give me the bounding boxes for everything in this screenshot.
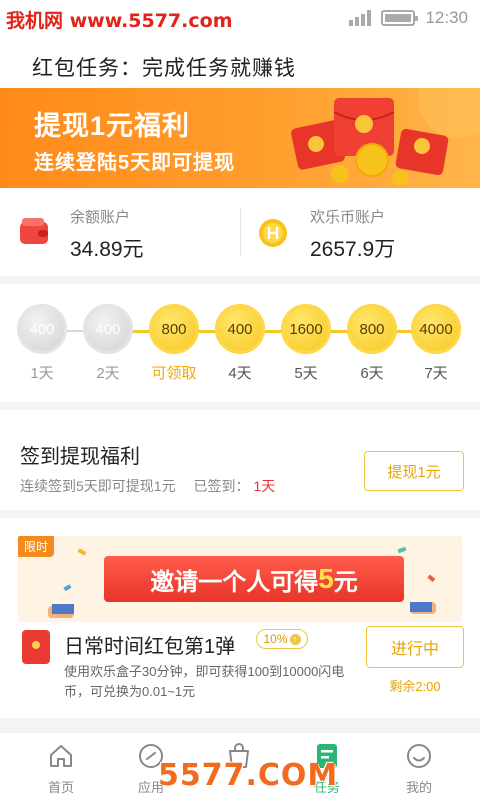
checkin-card-title: 签到提现福利 — [20, 446, 140, 468]
remaining-time: 剩余2:00 — [389, 679, 441, 694]
coin-value: 2657.9万 — [310, 238, 396, 261]
checkin-day-5: 1600 5天 — [276, 304, 336, 383]
balance-label: 余额账户 — [70, 209, 131, 226]
banner-subline: 连续登陆5天即可提现 — [34, 152, 236, 174]
task-desc: 使用欢乐盒子30分钟，即可获得100到10000闪电币，可兑换为0.01~1元 — [64, 664, 345, 699]
invite-unit: 元 — [333, 568, 358, 596]
checkin-day-4: 400 4天 — [210, 304, 270, 383]
tab-home[interactable]: 首页 — [26, 741, 96, 796]
invite-text: 邀请一个人可得 — [150, 568, 319, 596]
invite-amount: 5 — [318, 563, 334, 594]
accounts-panel: 余额账户 34.89元 欢乐币账户 2657.9万 — [0, 188, 480, 276]
day-label: 2天 — [96, 365, 120, 382]
checkin-day-1: 400 1天 — [12, 304, 72, 383]
checkin-day-7: 4000 7天 — [406, 304, 466, 383]
checkin-rule: 连续签到5天即可提现1元 — [20, 478, 176, 494]
day-label: 可领取 — [151, 365, 197, 382]
checkin-progress: 400 1天 400 2天 800 可领取 400 4天 1600 5天 800… — [0, 284, 480, 402]
balance-account[interactable]: 余额账户 34.89元 — [70, 206, 144, 263]
day-coin: 400 — [215, 304, 265, 354]
banner-headline: 提现1元福利 — [34, 111, 191, 141]
status-bar: 我机网 www.5577.com 12:30 — [0, 0, 480, 36]
day-label: 5天 — [294, 365, 318, 382]
in-progress-button[interactable]: 进行中 — [366, 626, 464, 668]
checkin-card-desc: 连续签到5天即可提现1元 已签到： 1天 — [20, 476, 275, 496]
withdraw-button[interactable]: 提现1元 — [364, 451, 464, 491]
badge-value: 10% — [263, 632, 288, 646]
day-label: 6天 — [360, 365, 384, 382]
tab-label: 我的 — [405, 780, 432, 795]
signal-icon — [349, 10, 372, 26]
battery-icon — [381, 10, 419, 26]
profile-icon — [384, 741, 454, 771]
withdraw-promo-banner[interactable]: 提现1元福利 连续登陆5天即可提现 — [0, 88, 480, 188]
tab-profile[interactable]: 我的 — [384, 741, 454, 796]
checkin-day-3-claimable[interactable]: 800 可领取 — [144, 304, 204, 383]
task-section: 限时 邀请一个人可得 5 元 日常时间红包第1弹 10% ↑ 使用欢乐盒子30分钟，… — [0, 518, 480, 718]
coin-account[interactable]: 欢乐币账户 2657.9万 — [310, 206, 395, 263]
site-watermark-bottom: 5577.COM — [158, 758, 339, 793]
day-coin: 4000 — [411, 304, 461, 354]
site-watermark: 我机网 www.5577.com — [6, 10, 233, 32]
page-title: 红包任务：完成任务就赚钱 — [32, 57, 296, 80]
day-label: 4天 — [228, 365, 252, 382]
day-coin: 800 — [347, 304, 397, 354]
progress-badge: 10% ↑ — [256, 629, 308, 649]
checkin-day-6: 800 6天 — [342, 304, 402, 383]
day-label: 7天 — [424, 365, 448, 382]
signed-label: 已签到： — [193, 478, 250, 494]
tab-label: 首页 — [47, 780, 74, 795]
invite-banner[interactable]: 限时 邀请一个人可得 5 元 — [18, 536, 462, 622]
checkin-reward-card: 签到提现福利 连续签到5天即可提现1元 已签到： 1天 提现1元 — [0, 410, 480, 510]
day-coin: 400 — [17, 304, 67, 354]
red-envelope-icon — [22, 630, 50, 664]
divider — [240, 208, 241, 256]
page-header: 红包任务：完成任务就赚钱 — [0, 36, 480, 88]
red-envelope-illustration — [291, 88, 480, 186]
task-title: 日常时间红包第1弹 — [64, 636, 236, 658]
wallet-icon — [20, 218, 48, 244]
checkin-day-2: 400 2天 — [78, 304, 138, 383]
status-time: 12:30 — [425, 8, 468, 27]
coin-label: 欢乐币账户 — [310, 209, 386, 226]
coin-icon — [259, 219, 287, 247]
home-icon — [26, 741, 96, 771]
day-coin: 800 — [149, 304, 199, 354]
signed-days: 1天 — [253, 478, 276, 494]
day-label: 1天 — [30, 365, 54, 382]
limited-time-tag: 限时 — [18, 536, 55, 557]
day-coin: 400 — [83, 304, 133, 354]
day-coin: 1600 — [281, 304, 331, 354]
invite-ribbon: 邀请一个人可得 5 元 — [104, 556, 404, 602]
balance-value: 34.89元 — [70, 238, 144, 261]
arrow-up-icon: ↑ — [289, 633, 301, 645]
